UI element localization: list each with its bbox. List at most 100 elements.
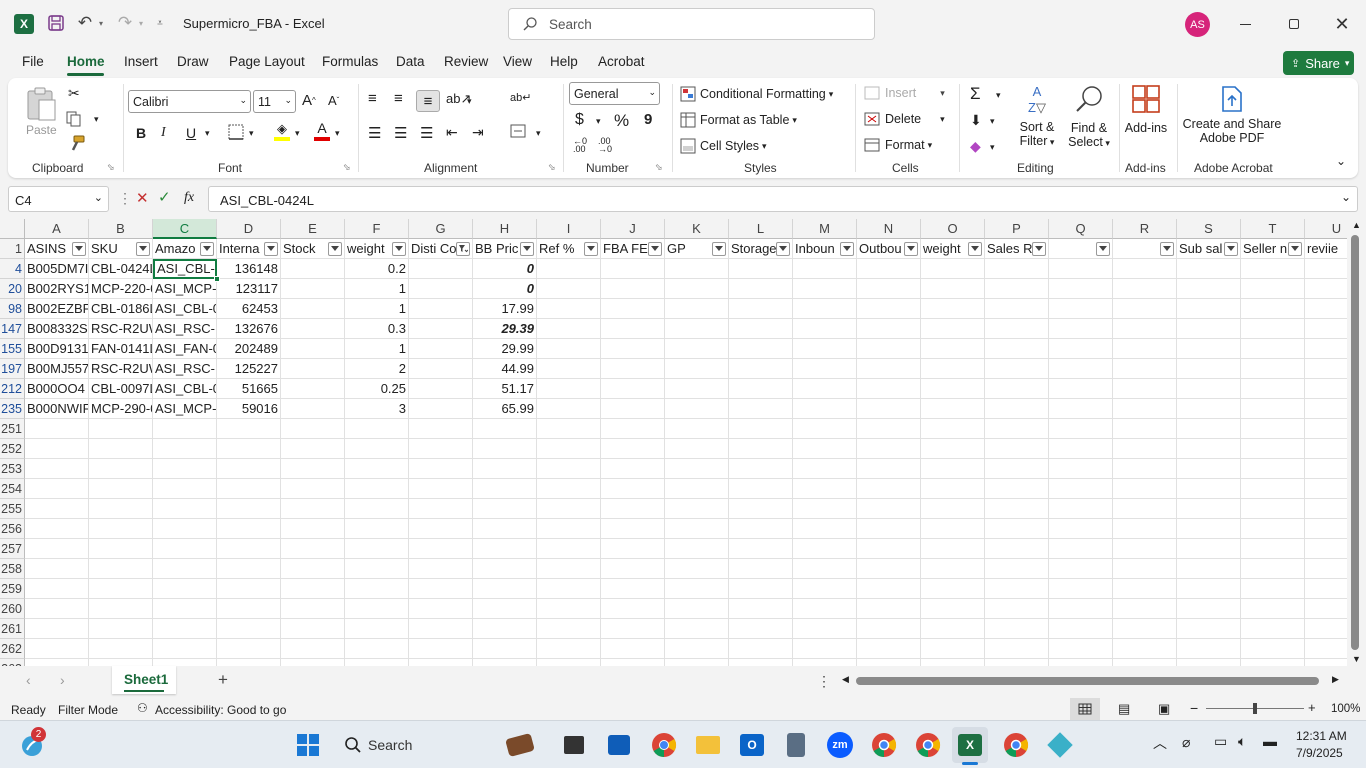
table-cell[interactable]: CBL-0424L	[89, 259, 153, 279]
row-header[interactable]: 255	[0, 499, 25, 519]
filter-active-icon[interactable]	[456, 242, 470, 256]
copy-icon[interactable]	[66, 111, 84, 127]
table-cell[interactable]	[1241, 659, 1305, 666]
table-cell[interactable]	[281, 479, 345, 499]
header-cell[interactable]: BB Pric	[473, 239, 537, 259]
table-cell[interactable]	[921, 259, 985, 279]
table-cell[interactable]	[1177, 379, 1241, 399]
table-cell[interactable]	[601, 619, 665, 639]
table-cell[interactable]	[985, 399, 1049, 419]
table-cell[interactable]	[665, 299, 729, 319]
row-header[interactable]: 98	[0, 299, 25, 319]
column-header[interactable]: C	[153, 219, 217, 239]
table-cell[interactable]	[1241, 499, 1305, 519]
table-cell[interactable]	[857, 299, 921, 319]
tab-draw[interactable]: Draw	[177, 54, 209, 69]
scroll-right-icon[interactable]: ▶	[1332, 674, 1339, 685]
table-cell[interactable]	[281, 599, 345, 619]
table-cell[interactable]: 44.99	[473, 359, 537, 379]
table-cell[interactable]	[601, 379, 665, 399]
table-cell[interactable]	[1177, 599, 1241, 619]
column-header[interactable]: L	[729, 219, 793, 239]
table-cell[interactable]	[1049, 439, 1113, 459]
table-cell[interactable]: 17.99	[473, 299, 537, 319]
table-cell[interactable]	[1049, 379, 1113, 399]
table-cell[interactable]	[345, 579, 409, 599]
table-cell[interactable]	[793, 439, 857, 459]
merge-center-icon[interactable]	[510, 124, 526, 138]
table-cell[interactable]	[921, 359, 985, 379]
add-sheet-icon[interactable]: +	[218, 670, 228, 690]
column-header[interactable]: R	[1113, 219, 1177, 239]
header-cell[interactable]: weight	[921, 239, 985, 259]
column-header[interactable]: O	[921, 219, 985, 239]
table-cell[interactable]	[1241, 379, 1305, 399]
fill-dropdown-icon[interactable]: ▾	[990, 116, 995, 127]
table-cell[interactable]	[281, 339, 345, 359]
table-cell[interactable]	[921, 479, 985, 499]
table-cell[interactable]	[537, 259, 601, 279]
taskbar-search[interactable]: Search	[332, 728, 492, 762]
table-cell[interactable]	[153, 559, 217, 579]
table-cell[interactable]	[281, 639, 345, 659]
table-cell[interactable]	[537, 599, 601, 619]
undo-icon[interactable]: ↶	[74, 13, 96, 33]
table-cell[interactable]: ASI_RSC-R	[153, 359, 217, 379]
table-cell[interactable]	[1113, 259, 1177, 279]
column-header[interactable]: K	[665, 219, 729, 239]
row-header[interactable]: 20	[0, 279, 25, 299]
table-cell[interactable]	[89, 639, 153, 659]
table-cell[interactable]	[1049, 399, 1113, 419]
number-dialog-launcher-icon[interactable]: ⬂	[655, 162, 663, 173]
table-cell[interactable]	[89, 579, 153, 599]
table-cell[interactable]	[1049, 279, 1113, 299]
table-cell[interactable]	[89, 619, 153, 639]
table-cell[interactable]	[1049, 319, 1113, 339]
header-cell[interactable]	[1049, 239, 1113, 259]
column-header[interactable]: T	[1241, 219, 1305, 239]
table-cell[interactable]: ASI_FAN-0	[153, 339, 217, 359]
search-box[interactable]: Search	[508, 8, 875, 40]
collapse-ribbon-icon[interactable]: ⌄	[1336, 154, 1346, 168]
table-cell[interactable]	[665, 639, 729, 659]
table-cell[interactable]	[1113, 379, 1177, 399]
table-cell[interactable]	[537, 499, 601, 519]
table-cell[interactable]	[281, 499, 345, 519]
table-cell[interactable]	[1113, 639, 1177, 659]
redo-dropdown-icon[interactable]: ▾	[136, 16, 146, 30]
header-cell[interactable]: FBA FEE	[601, 239, 665, 259]
table-cell[interactable]	[857, 639, 921, 659]
table-cell[interactable]	[921, 419, 985, 439]
delete-cells-button[interactable]: Delete ▾	[864, 112, 945, 126]
battery-icon[interactable]: ▬	[1263, 733, 1277, 749]
table-cell[interactable]	[1241, 259, 1305, 279]
table-cell[interactable]	[857, 259, 921, 279]
user-avatar[interactable]: AS	[1185, 12, 1210, 37]
filter-dropdown-icon[interactable]	[264, 242, 278, 256]
table-cell[interactable]	[409, 559, 473, 579]
table-cell[interactable]: CBL-0097L	[89, 379, 153, 399]
table-cell[interactable]	[217, 599, 281, 619]
row-header[interactable]: 252	[0, 439, 25, 459]
table-cell[interactable]	[921, 659, 985, 666]
table-cell[interactable]	[217, 439, 281, 459]
table-cell[interactable]	[985, 379, 1049, 399]
table-cell[interactable]: B00MJ557	[25, 359, 89, 379]
table-cell[interactable]	[409, 379, 473, 399]
table-cell[interactable]	[281, 319, 345, 339]
table-cell[interactable]	[601, 319, 665, 339]
zoom-slider[interactable]	[1206, 703, 1304, 714]
table-cell[interactable]	[409, 419, 473, 439]
font-size-select[interactable]: 11 ⌄	[253, 90, 296, 113]
clock-time[interactable]: 12:31 AM	[1296, 729, 1347, 743]
close-icon[interactable]: ✕	[1329, 12, 1355, 36]
tab-formulas[interactable]: Formulas	[322, 54, 378, 69]
table-cell[interactable]	[1177, 459, 1241, 479]
table-cell[interactable]	[601, 659, 665, 666]
table-cell[interactable]	[409, 519, 473, 539]
zoom-slider-thumb[interactable]	[1253, 703, 1257, 714]
row-header[interactable]: 212	[0, 379, 25, 399]
table-cell[interactable]	[665, 439, 729, 459]
number-format-select[interactable]: General ⌄	[569, 82, 660, 105]
chrome-icon[interactable]	[650, 731, 678, 759]
